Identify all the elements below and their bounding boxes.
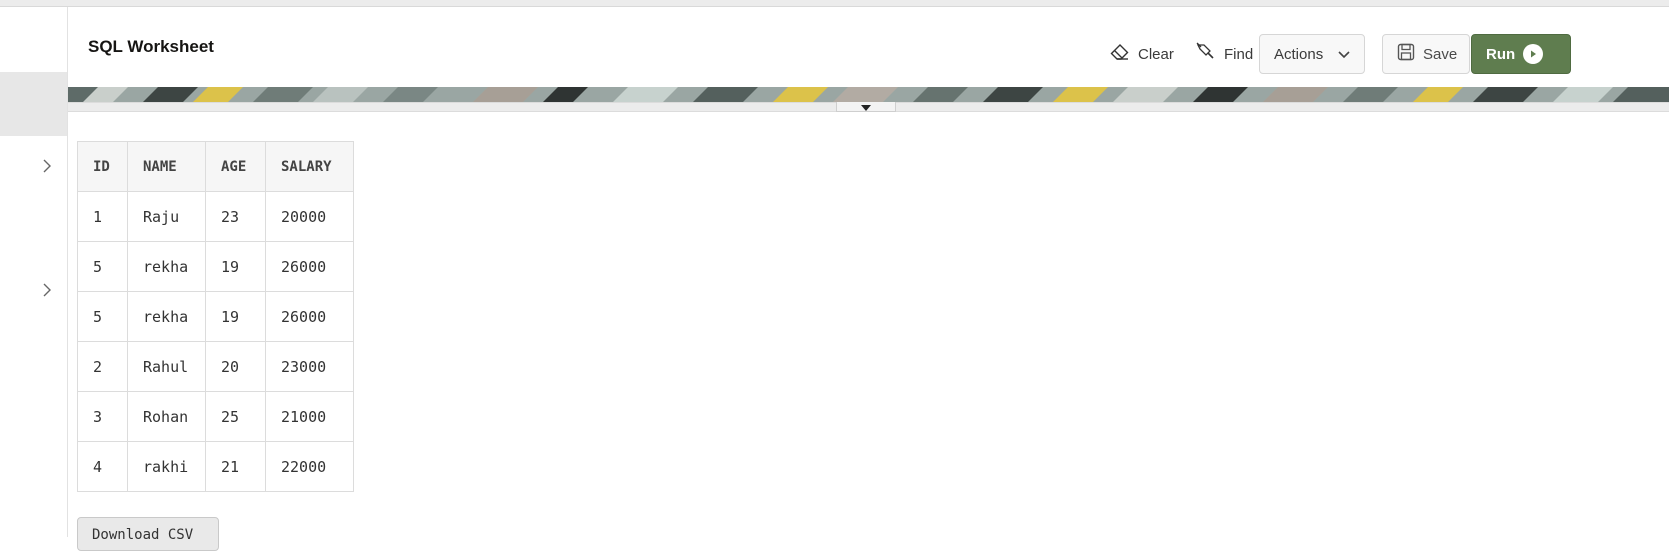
table-row: 3 Rohan 25 21000: [77, 391, 354, 442]
clear-label: Clear: [1138, 45, 1174, 63]
run-button[interactable]: Run: [1471, 34, 1571, 74]
cell-salary: 23000: [265, 341, 354, 392]
save-label: Save: [1423, 45, 1458, 63]
splitter-toggle[interactable]: [836, 102, 896, 112]
cell-name: Raju: [127, 191, 206, 242]
actions-menu-button[interactable]: Actions: [1259, 34, 1365, 74]
cell-age: 25: [205, 391, 266, 442]
chevron-right-icon[interactable]: [37, 156, 57, 176]
top-strip: [0, 0, 1669, 7]
save-button[interactable]: Save: [1382, 34, 1470, 74]
rail-selected-item[interactable]: [0, 72, 67, 136]
results-table: ID NAME AGE SALARY 1 Raju 23 20000 5 rek…: [77, 141, 354, 492]
table-row: 5 rekha 19 26000: [77, 241, 354, 292]
table-header-row: ID NAME AGE SALARY: [77, 141, 354, 192]
table-row: 4 rakhi 21 22000: [77, 441, 354, 492]
run-label: Run: [1486, 45, 1516, 63]
page-title: SQL Worksheet: [88, 37, 214, 56]
chevron-down-icon: [1338, 46, 1350, 63]
cell-salary: 26000: [265, 291, 354, 342]
cell-id: 3: [77, 391, 128, 442]
cell-id: 1: [77, 191, 128, 242]
chevron-right-icon[interactable]: [37, 280, 57, 300]
cell-name: rakhi: [127, 441, 206, 492]
cell-name: Rahul: [127, 341, 206, 392]
worksheet-header: SQL Worksheet Clear Find Actions Save Ru…: [68, 7, 1669, 87]
cell-salary: 21000: [265, 391, 354, 442]
column-header-age[interactable]: AGE: [205, 141, 266, 192]
find-button[interactable]: Find: [1186, 34, 1263, 74]
cell-salary: 26000: [265, 241, 354, 292]
play-circle-icon: [1523, 44, 1544, 64]
floppy-disk-icon: [1397, 43, 1415, 65]
find-flashlight-icon: [1196, 42, 1216, 66]
download-csv-button[interactable]: Download CSV: [77, 517, 219, 551]
cell-id: 5: [77, 291, 128, 342]
cell-age: 19: [205, 241, 266, 292]
cell-salary: 20000: [265, 191, 354, 242]
caret-down-icon: [861, 98, 871, 116]
table-row: 1 Raju 23 20000: [77, 191, 354, 242]
column-header-name[interactable]: NAME: [127, 141, 206, 192]
cell-id: 5: [77, 241, 128, 292]
cell-name: Rohan: [127, 391, 206, 442]
clear-button[interactable]: Clear: [1100, 34, 1184, 74]
cell-id: 4: [77, 441, 128, 492]
cell-id: 2: [77, 341, 128, 392]
cell-age: 23: [205, 191, 266, 242]
cell-age: 19: [205, 291, 266, 342]
find-label: Find: [1224, 45, 1254, 63]
cell-age: 20: [205, 341, 266, 392]
column-header-id[interactable]: ID: [77, 141, 128, 192]
table-row: 2 Rahul 20 23000: [77, 341, 354, 392]
cell-age: 21: [205, 441, 266, 492]
eraser-icon: [1110, 43, 1130, 65]
column-header-salary[interactable]: SALARY: [265, 141, 354, 192]
actions-label: Actions: [1274, 45, 1324, 63]
table-row: 5 rekha 19 26000: [77, 291, 354, 342]
cell-name: rekha: [127, 241, 206, 292]
cell-salary: 22000: [265, 441, 354, 492]
cell-name: rekha: [127, 291, 206, 342]
